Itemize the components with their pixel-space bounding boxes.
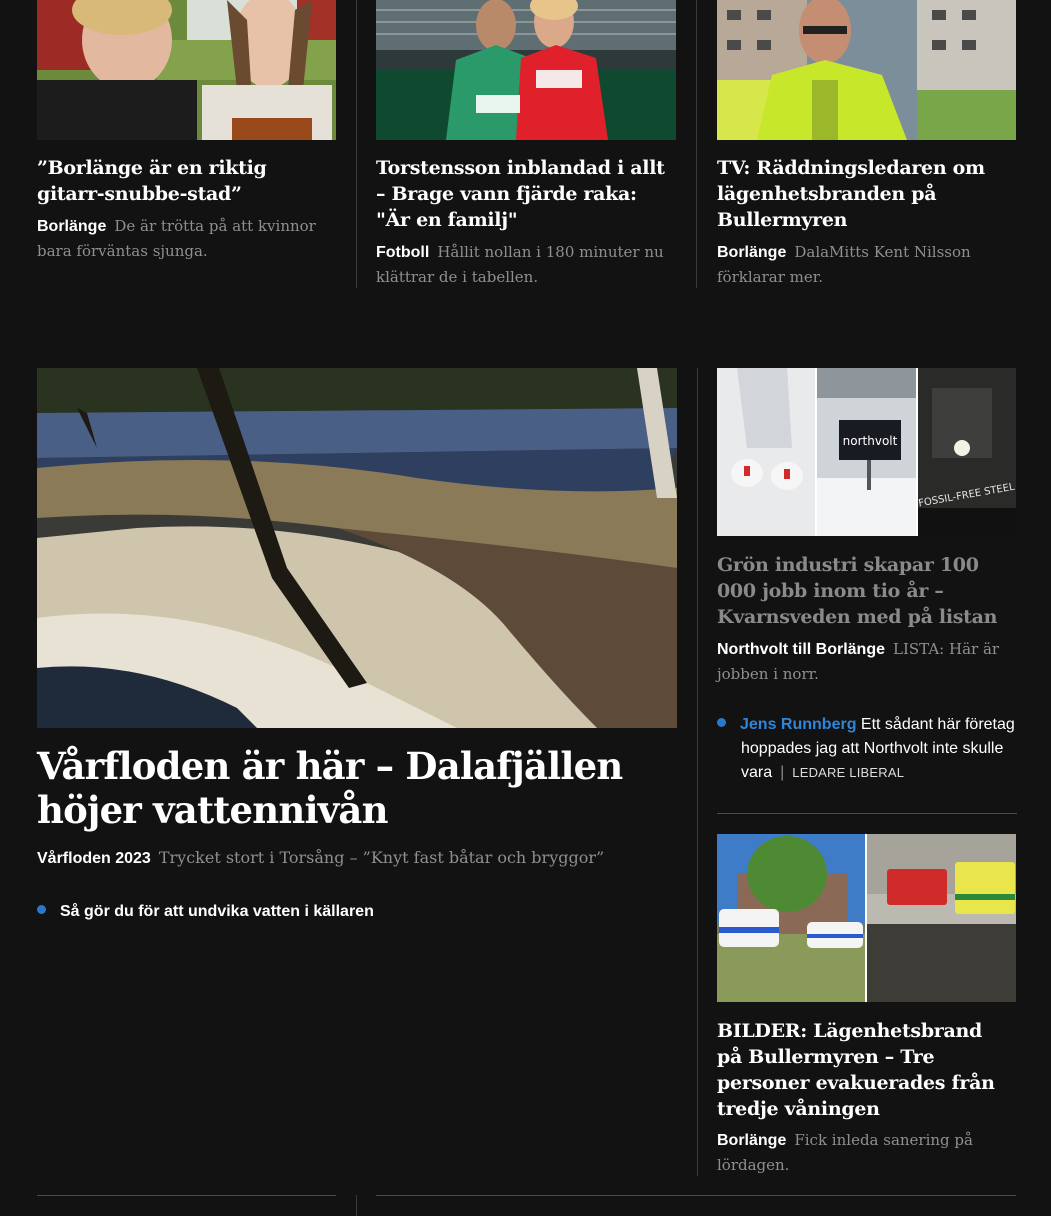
column-divider — [356, 1195, 357, 1216]
main-article-headline[interactable]: Vårfloden är här – Dalafjällen höjer vat… — [37, 744, 677, 832]
side-article-headline[interactable]: BILDER: Lägenhetsbrand på Bullermyren – … — [717, 1018, 1012, 1122]
side-article-meta: Northvolt till Borlänge LISTA: Här är job… — [717, 637, 1012, 687]
bullet-dot-icon — [717, 718, 726, 728]
article-meta: Borlänge DalaMitts Kent Nilsson förklarar… — [717, 240, 1012, 290]
article-image[interactable] — [717, 0, 1016, 140]
related-link-row[interactable]: Så gör du för att undvika vatten i källa… — [37, 900, 677, 924]
opinion-tag[interactable]: LEDARE LIBERAL — [792, 765, 904, 780]
main-article-meta: Vårfloden 2023 Trycket stort i Torsång – … — [37, 846, 677, 871]
bullet-dot-icon — [37, 905, 46, 915]
article-category[interactable]: Fotboll — [376, 244, 429, 261]
sign-text: northvolt — [843, 434, 898, 448]
main-article-category[interactable]: Vårfloden 2023 — [37, 850, 151, 867]
article-headline[interactable]: TV: Räddningsledaren om lägenhetsbranden… — [717, 155, 1012, 233]
side-article-meta: Borlänge Fick inleda sanering på lördagen… — [717, 1128, 1012, 1178]
article-category[interactable]: Borlänge — [717, 244, 786, 261]
article-headline[interactable]: Torstensson inblandad i allt – Brage van… — [376, 155, 671, 233]
main-article-lead: Trycket stort i Torsång – ”Knyt fast båt… — [158, 848, 605, 867]
side-article-image[interactable]: northvolt FOSSIL-FREE STEEL — [717, 368, 1016, 536]
opinion-author[interactable]: Jens Runnberg — [740, 716, 856, 733]
section-divider — [376, 1195, 1016, 1196]
article-image[interactable] — [37, 0, 336, 140]
side-article-category[interactable]: Borlänge — [717, 1132, 786, 1149]
section-divider — [717, 813, 1017, 814]
separator: | — [780, 764, 785, 781]
article-headline[interactable]: ”Borlänge är en riktig gitarr-snubbe-sta… — [37, 155, 327, 207]
article-image[interactable] — [376, 0, 676, 140]
side-article-image[interactable] — [717, 834, 1016, 1002]
side-article-headline[interactable]: Grön industri skapar 100 000 jobb inom t… — [717, 552, 1012, 630]
article-meta: Fotboll Hållit nollan i 180 minuter nu kl… — [376, 240, 671, 290]
column-divider — [696, 0, 697, 288]
column-divider — [697, 368, 698, 1176]
column-divider — [356, 0, 357, 288]
opinion-link[interactable]: Jens Runnberg Ett sådant här företag hop… — [717, 713, 1036, 785]
article-meta: Borlänge De är trötta på att kvinnor bara… — [37, 214, 327, 264]
side-article-category[interactable]: Northvolt till Borlänge — [717, 641, 885, 658]
related-link[interactable]: Så gör du för att undvika vatten i källa… — [60, 903, 374, 920]
article-category[interactable]: Borlänge — [37, 218, 106, 235]
main-article-image[interactable] — [37, 368, 677, 728]
section-divider — [37, 1195, 336, 1196]
